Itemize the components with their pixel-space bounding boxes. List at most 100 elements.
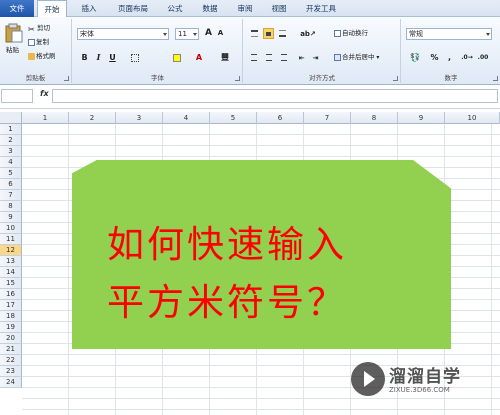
font-dialog-launcher[interactable]	[235, 76, 240, 81]
paste-button[interactable]: 粘贴	[5, 23, 25, 61]
phonetic-button[interactable]: 豐	[217, 52, 233, 63]
align-top-button[interactable]	[249, 28, 260, 39]
formula-input[interactable]	[52, 89, 498, 103]
row-header[interactable]: 23	[0, 366, 22, 377]
column-header[interactable]: 6	[257, 112, 304, 124]
row-header[interactable]: 3	[0, 146, 22, 157]
row-header[interactable]: 10	[0, 223, 22, 234]
chevron-down-icon: ▾	[374, 54, 380, 61]
select-all-corner[interactable]	[0, 112, 22, 124]
tab-home[interactable]: 开始	[37, 0, 67, 18]
paste-label: 粘贴	[6, 46, 19, 54]
row-header[interactable]: 22	[0, 355, 22, 366]
watermark: 溜溜自学 ZIXUE.3D66.COM	[351, 354, 471, 406]
row-header[interactable]: 14	[0, 267, 22, 278]
decrease-indent-icon: ⇤	[298, 54, 305, 62]
font-size-select[interactable]: 11	[175, 28, 199, 40]
row-header[interactable]: 6	[0, 179, 22, 190]
tab-data[interactable]: 数据	[197, 0, 223, 17]
row-header[interactable]: 16	[0, 289, 22, 300]
align-center-button[interactable]	[263, 52, 274, 63]
chevron-down-icon	[486, 33, 490, 36]
row-header[interactable]: 19	[0, 322, 22, 333]
number-format-select[interactable]: 常规	[406, 28, 492, 40]
cut-button[interactable]: ✂ 剪切	[28, 23, 50, 34]
borders-button[interactable]	[127, 52, 143, 63]
column-header[interactable]: 7	[304, 112, 351, 124]
tab-view[interactable]: 视图	[266, 0, 292, 17]
row-header[interactable]: 2	[0, 135, 22, 146]
number-dialog-launcher[interactable]	[493, 76, 498, 81]
row-header[interactable]: 9	[0, 212, 22, 223]
file-menu[interactable]: 文件	[0, 0, 34, 17]
tab-review[interactable]: 审阅	[232, 0, 258, 17]
row-header[interactable]: 13	[0, 256, 22, 267]
tab-page-layout[interactable]: 页面布局	[110, 0, 156, 17]
column-header[interactable]: 5	[210, 112, 257, 124]
align-left-button[interactable]	[249, 52, 260, 63]
percent-button[interactable]: %	[429, 52, 440, 63]
fill-color-button[interactable]	[169, 52, 185, 63]
borders-icon	[131, 53, 139, 62]
column-header[interactable]: 9	[398, 112, 445, 124]
format-painter-button[interactable]: 格式刷	[28, 51, 56, 61]
row-header[interactable]: 5	[0, 168, 22, 179]
increase-decimal-button[interactable]: .0→	[460, 52, 474, 63]
column-header[interactable]: 2	[69, 112, 116, 124]
row-header[interactable]: 24	[0, 377, 22, 388]
orientation-button[interactable]: ab↗	[300, 28, 316, 39]
underline-button[interactable]: U	[107, 52, 118, 63]
row-header[interactable]: 21	[0, 344, 22, 355]
tab-insert[interactable]: 插入	[76, 0, 102, 17]
align-center-icon	[265, 54, 272, 61]
column-header[interactable]: 1	[22, 112, 69, 124]
decrease-indent-button[interactable]: ⇤	[296, 52, 307, 63]
insert-function-button[interactable]: fx	[40, 89, 49, 98]
column-header[interactable]: 8	[351, 112, 398, 124]
align-bottom-button[interactable]	[277, 28, 288, 39]
row-header[interactable]: 8	[0, 201, 22, 212]
row-header[interactable]: 17	[0, 300, 22, 311]
watermark-name: 溜溜自学	[389, 367, 461, 387]
fill-color-icon	[173, 53, 181, 62]
row-header[interactable]: 7	[0, 190, 22, 201]
increase-indent-button[interactable]: ⇥	[310, 52, 321, 63]
align-middle-button[interactable]	[263, 28, 274, 39]
row-header-selected[interactable]: 12	[0, 245, 22, 256]
font-name-value: 宋体	[80, 30, 94, 38]
tab-formulas[interactable]: 公式	[162, 0, 188, 17]
align-right-button[interactable]	[277, 52, 288, 63]
decrease-decimal-button[interactable]: .00	[476, 52, 490, 63]
comma-style-button[interactable]: ,	[444, 52, 455, 63]
name-box[interactable]	[1, 89, 33, 103]
row-header[interactable]: 1	[0, 124, 22, 135]
wrap-text-label: 自动换行	[342, 29, 368, 37]
merge-center-button[interactable]: 合并后居中 ▾	[334, 52, 379, 63]
ribbon-tab-bar: 文件 开始 插入 页面布局 公式 数据 审阅 视图 开发工具	[0, 0, 500, 18]
row-header[interactable]: 20	[0, 333, 22, 344]
column-header[interactable]: 4	[163, 112, 210, 124]
alignment-group-label: 对齐方式	[309, 74, 335, 82]
row-header[interactable]: 11	[0, 234, 22, 245]
column-header[interactable]: 10	[445, 112, 500, 124]
copy-button[interactable]: 复制	[28, 37, 49, 47]
wrap-text-button[interactable]: 自动换行	[334, 28, 368, 38]
align-left-icon	[251, 54, 257, 61]
row-header[interactable]: 18	[0, 311, 22, 322]
clipboard-dialog-launcher[interactable]	[64, 76, 69, 81]
bold-button[interactable]: B	[79, 52, 90, 63]
font-name-select[interactable]: 宋体	[77, 28, 169, 40]
column-header[interactable]: 3	[116, 112, 163, 124]
font-size-value: 11	[178, 30, 187, 38]
grow-font-button[interactable]: A	[203, 28, 214, 39]
row-header[interactable]: 4	[0, 157, 22, 168]
shrink-font-button[interactable]: A	[215, 28, 226, 39]
currency-button[interactable]: 💱	[407, 52, 423, 63]
tab-developer[interactable]: 开发工具	[300, 0, 342, 17]
font-color-button[interactable]: A	[191, 52, 207, 63]
alignment-dialog-launcher[interactable]	[393, 76, 398, 81]
italic-button[interactable]: I	[93, 52, 104, 63]
merge-center-icon	[334, 53, 341, 61]
phonetic-icon: 豐	[221, 53, 229, 62]
row-header[interactable]: 15	[0, 278, 22, 289]
